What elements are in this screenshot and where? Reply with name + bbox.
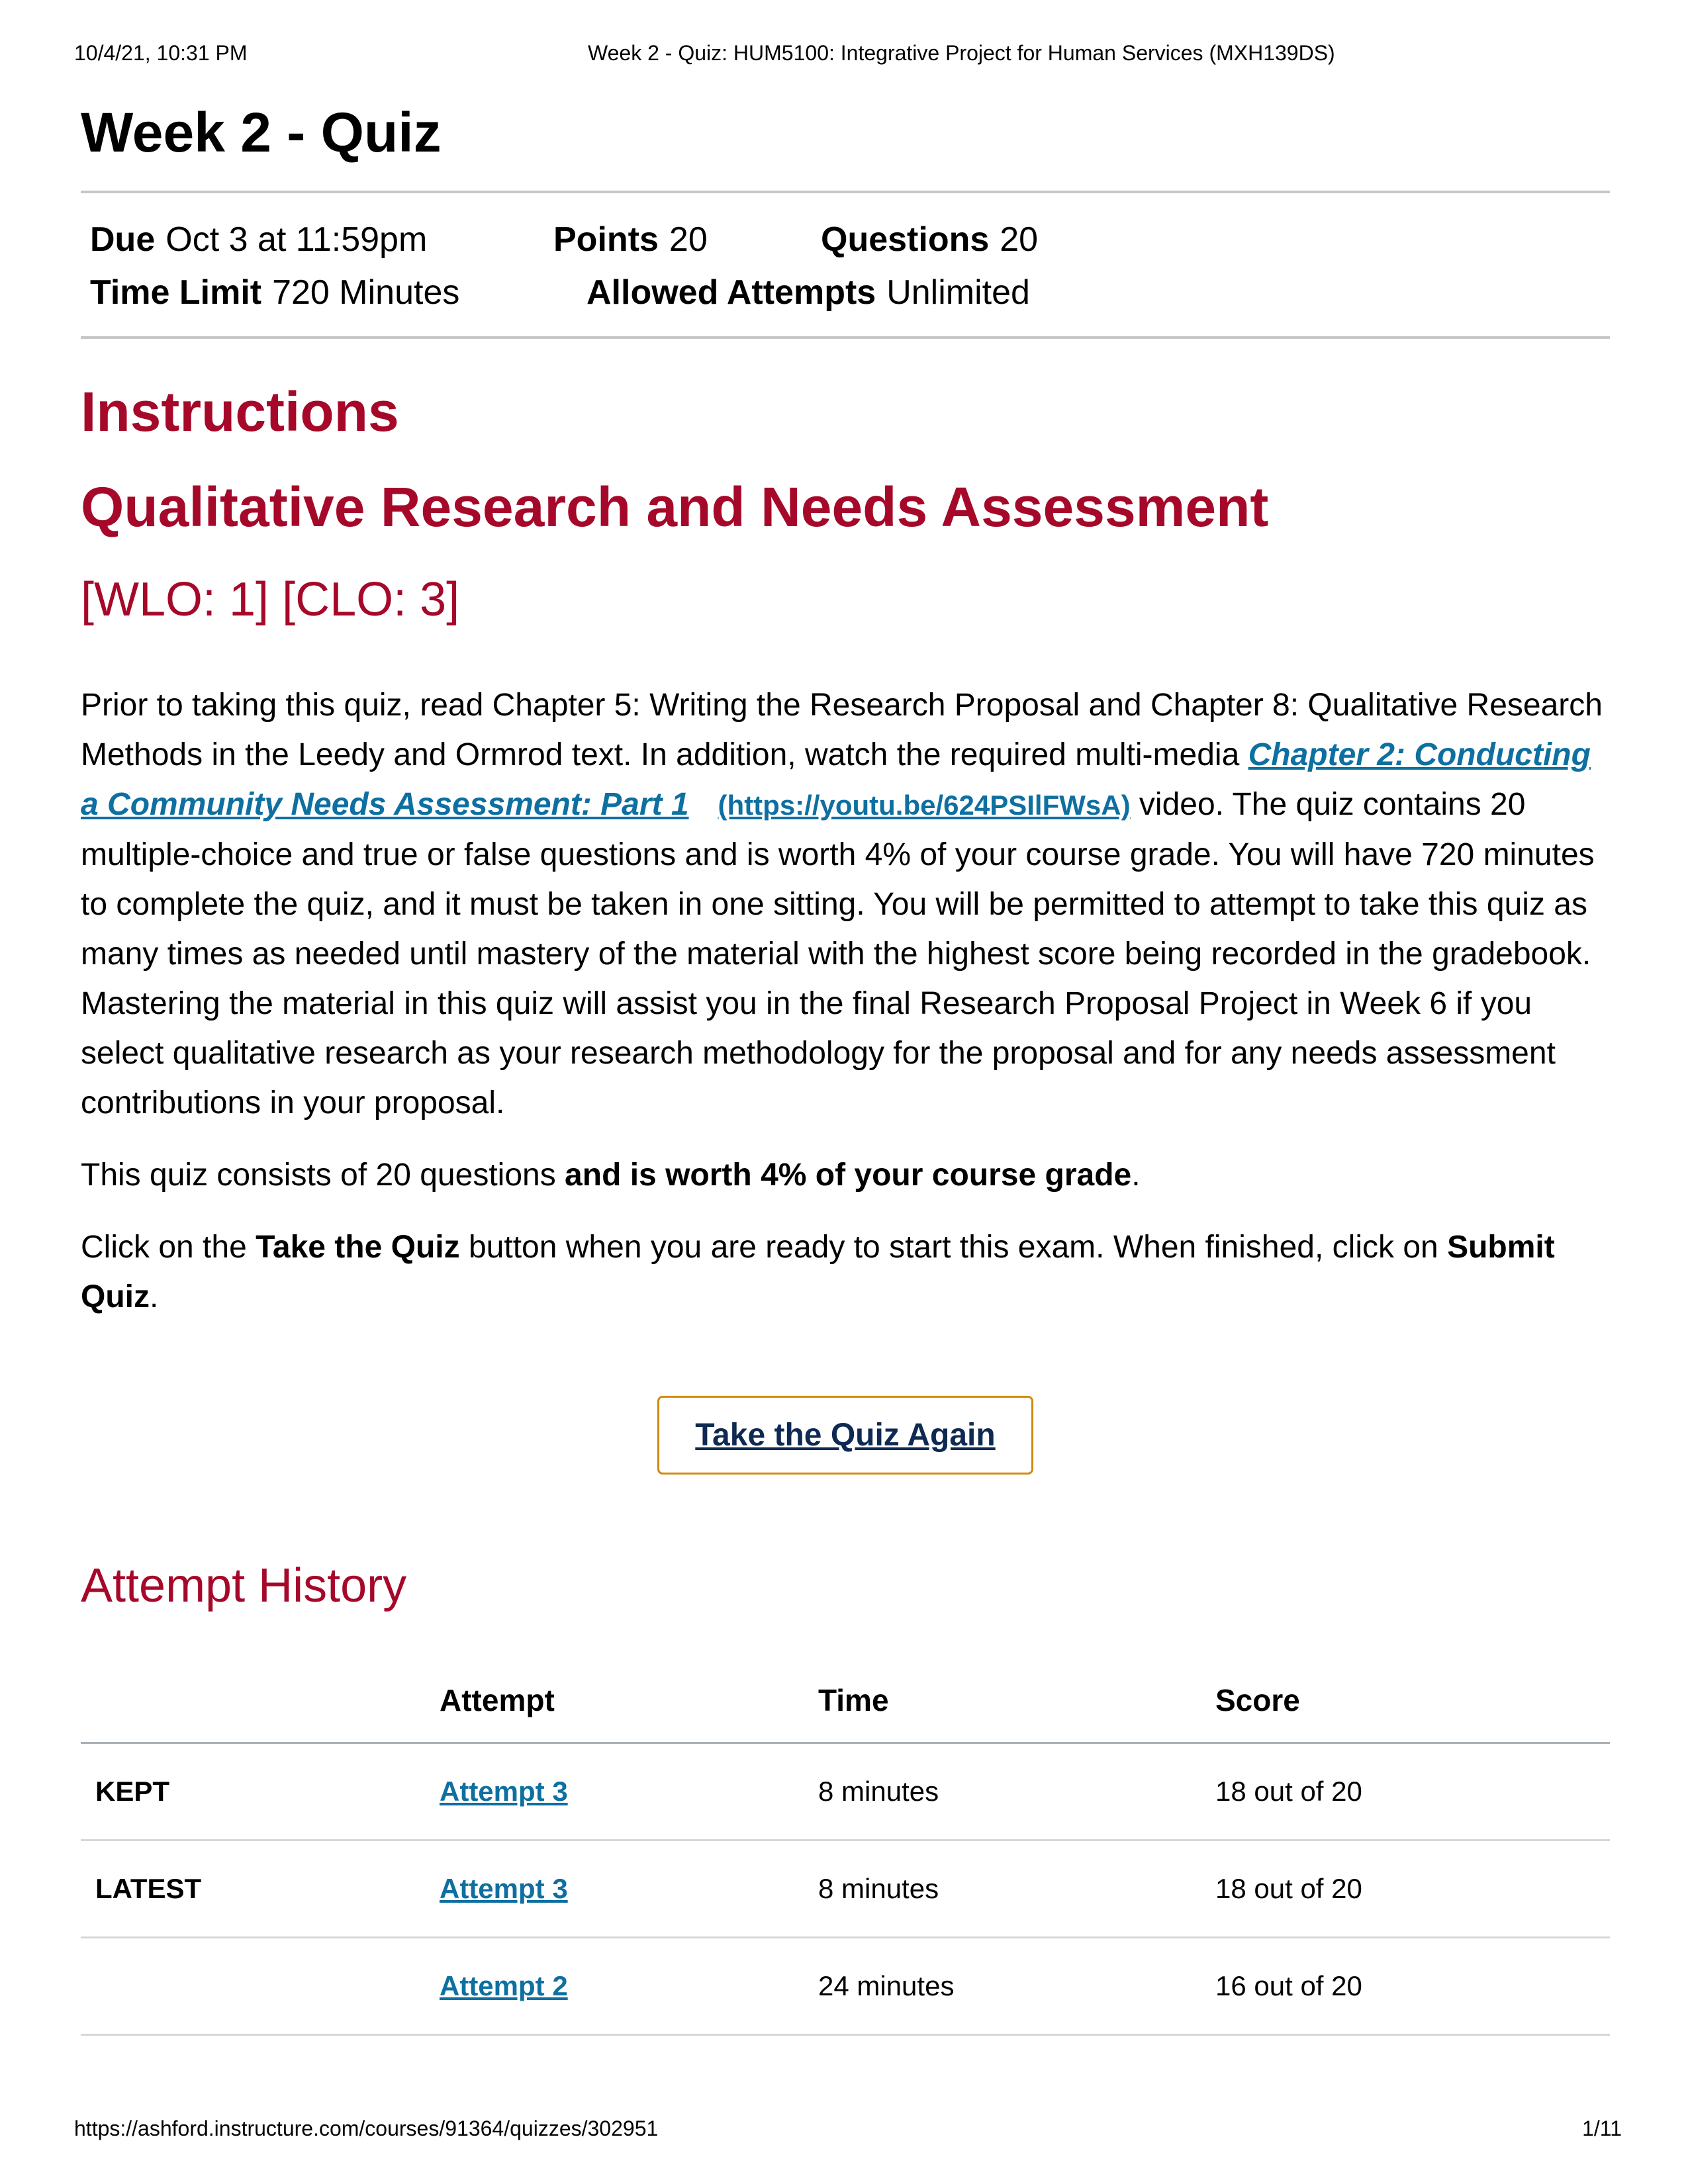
paragraph-text: This quiz consists of 20 questions [81, 1158, 565, 1193]
allowed-attempts-label: Allowed Attempts [586, 273, 876, 312]
questions-label: Questions [821, 220, 990, 259]
paragraph-text: . [150, 1279, 159, 1314]
paragraph-bold-text: Take the Quiz [256, 1230, 460, 1265]
divider [81, 336, 1610, 339]
attempt-status: LATEST [81, 1840, 440, 1938]
learning-objectives: [WLO: 1] [CLO: 3] [81, 573, 460, 626]
attempt-time: 24 minutes [818, 1937, 1215, 2036]
attempt-score: 16 out of 20 [1215, 1937, 1610, 2036]
topic-heading: Qualitative Research and Needs Assessmen… [81, 476, 1269, 538]
due-label: Due [90, 220, 156, 259]
page-number: 1/11 [1582, 2116, 1622, 2140]
paragraph-bold-text: and is worth 4% of your course grade [565, 1158, 1132, 1193]
attempt-score: 18 out of 20 [1215, 1743, 1610, 1841]
print-document-title: Week 2 - Quiz: HUM5100: Integrative Proj… [588, 41, 1335, 65]
time-limit: Time Limit 720 Minutes [90, 266, 586, 319]
points-value: 20 [669, 220, 708, 259]
attempt-status: KEPT [81, 1743, 440, 1841]
print-url: https://ashford.instructure.com/courses/… [74, 2116, 659, 2140]
video-url-link[interactable]: (https://youtu.be/624PSIlFWsA) [718, 790, 1131, 821]
points-label: Points [553, 220, 659, 259]
time-limit-value: 720 Minutes [272, 273, 460, 312]
instructions-heading: Instructions [81, 381, 399, 443]
allowed-attempts-value: Unlimited [886, 273, 1030, 312]
paragraph-text: button when you are ready to start this … [459, 1230, 1448, 1265]
due-value: Oct 3 at 11:59pm [165, 220, 428, 259]
take-quiz-again-button[interactable]: Take the Quiz Again [657, 1396, 1033, 1475]
take-quiz-instruction-paragraph: Click on the Take the Quiz button when y… [81, 1222, 1610, 1322]
points: Points 20 [553, 213, 821, 266]
column-header-score: Score [1215, 1658, 1610, 1744]
table-row: Attempt 2 24 minutes 16 out of 20 [81, 1937, 1610, 2036]
attempt-history-table: Attempt Time Score KEPT Attempt 3 8 minu… [81, 1658, 1610, 2036]
attempt-status [81, 1937, 440, 2036]
attempt-score: 18 out of 20 [1215, 1840, 1610, 1938]
questions: Questions 20 [821, 213, 1038, 266]
attempt-history-heading: Attempt History [81, 1559, 407, 1612]
instructions-paragraph: Prior to taking this quiz, read Chapter … [81, 680, 1610, 1128]
attempt-time: 8 minutes [818, 1840, 1215, 1938]
page-title: Week 2 - Quiz [81, 101, 442, 163]
table-header-row: Attempt Time Score [81, 1658, 1610, 1744]
questions-value: 20 [1000, 220, 1039, 259]
column-header-status [81, 1658, 440, 1744]
quiz-worth-paragraph: This quiz consists of 20 questions and i… [81, 1150, 1610, 1200]
column-header-attempt: Attempt [440, 1658, 818, 1744]
allowed-attempts: Allowed Attempts Unlimited [586, 266, 1030, 319]
paragraph-text: Click on the [81, 1230, 256, 1265]
attempt-link[interactable]: Attempt 3 [440, 1776, 568, 1807]
paragraph-text: . [1131, 1158, 1141, 1193]
attempt-link[interactable]: Attempt 2 [440, 1970, 568, 2001]
paragraph-text: video. The quiz contains 20 multiple-cho… [81, 787, 1595, 1120]
time-limit-label: Time Limit [90, 273, 262, 312]
due-date: Due Oct 3 at 11:59pm [90, 213, 553, 266]
table-row: KEPT Attempt 3 8 minutes 18 out of 20 [81, 1743, 1610, 1841]
take-quiz-container: Take the Quiz Again [81, 1396, 1610, 1475]
attempt-link[interactable]: Attempt 3 [440, 1873, 568, 1904]
attempt-time: 8 minutes [818, 1743, 1215, 1841]
quiz-meta: Due Oct 3 at 11:59pm Points 20 Questions 20… [81, 193, 1610, 336]
print-datetime: 10/4/21, 10:31 PM [74, 41, 248, 65]
column-header-time: Time [818, 1658, 1215, 1744]
quiz-content: Week 2 - Quiz Due Oct 3 at 11:59pm Points… [81, 86, 1610, 2036]
table-row: LATEST Attempt 3 8 minutes 18 out of 20 [81, 1840, 1610, 1938]
